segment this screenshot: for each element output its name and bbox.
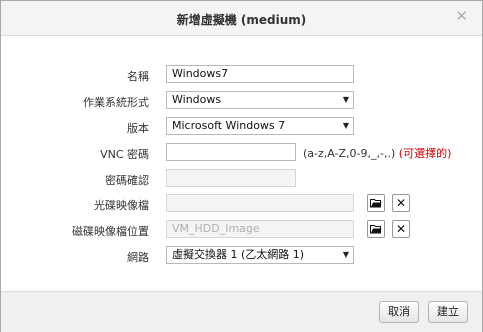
dropdown-arrow-icon: ▼ xyxy=(342,121,349,130)
dialog-title: 新增虛擬機 (medium) xyxy=(176,13,307,27)
name-input[interactable]: Windows7 xyxy=(166,65,354,83)
close-icon[interactable]: ✕ xyxy=(455,7,468,25)
folder-open-icon[interactable] xyxy=(367,220,385,238)
dialog-footer: 取消 建立 xyxy=(1,291,482,332)
dropdown-arrow-icon: ▼ xyxy=(342,95,349,104)
remove-x-icon[interactable]: ✕ xyxy=(392,194,410,212)
vnc-password-hint: (a-z,A-Z,0-9,_,-,.) (可選擇的) xyxy=(303,145,451,161)
vnc-password-allowed-chars: (a-z,A-Z,0-9,_,-,.) xyxy=(303,147,396,160)
cd-image-input[interactable] xyxy=(166,194,354,212)
vnc-password-label: VNC 密碼 xyxy=(100,148,149,161)
confirm-password-label: 密碼確認 xyxy=(105,174,149,187)
version-value: Microsoft Windows 7 xyxy=(172,119,286,132)
os-type-select[interactable]: Windows ▼ xyxy=(166,91,354,109)
version-select[interactable]: Microsoft Windows 7 ▼ xyxy=(166,117,354,135)
network-label: 網路 xyxy=(127,251,149,264)
dialog-body: 名稱 Windows7 作業系統形式 Windows ▼ 版本 Microsof… xyxy=(1,36,482,290)
create-button[interactable]: 建立 xyxy=(428,301,468,323)
name-label: 名稱 xyxy=(127,70,149,83)
vnc-password-optional-note: (可選擇的) xyxy=(398,147,452,160)
disk-image-label: 磁碟映像檔位置 xyxy=(72,225,149,238)
version-label: 版本 xyxy=(127,122,149,135)
create-vm-dialog: 新增虛擬機 (medium) ✕ 名稱 Windows7 作業系統形式 Wind… xyxy=(0,0,483,332)
cancel-button[interactable]: 取消 xyxy=(379,301,419,323)
network-value: 虛擬交換器 1 (乙太網路 1) xyxy=(172,248,305,261)
folder-open-icon[interactable] xyxy=(367,194,385,212)
dropdown-arrow-icon: ▼ xyxy=(342,250,349,259)
confirm-password-input[interactable] xyxy=(166,169,296,187)
os-type-label: 作業系統形式 xyxy=(83,96,149,109)
network-select[interactable]: 虛擬交換器 1 (乙太網路 1) ▼ xyxy=(166,246,354,264)
remove-x-icon[interactable]: ✕ xyxy=(392,220,410,238)
dialog-titlebar: 新增虛擬機 (medium) ✕ xyxy=(1,1,482,36)
disk-image-input[interactable]: VM_HDD_Image xyxy=(166,220,354,238)
os-type-value: Windows xyxy=(172,93,222,106)
cd-image-label: 光碟映像檔 xyxy=(94,199,149,212)
vnc-password-input[interactable] xyxy=(166,143,296,161)
